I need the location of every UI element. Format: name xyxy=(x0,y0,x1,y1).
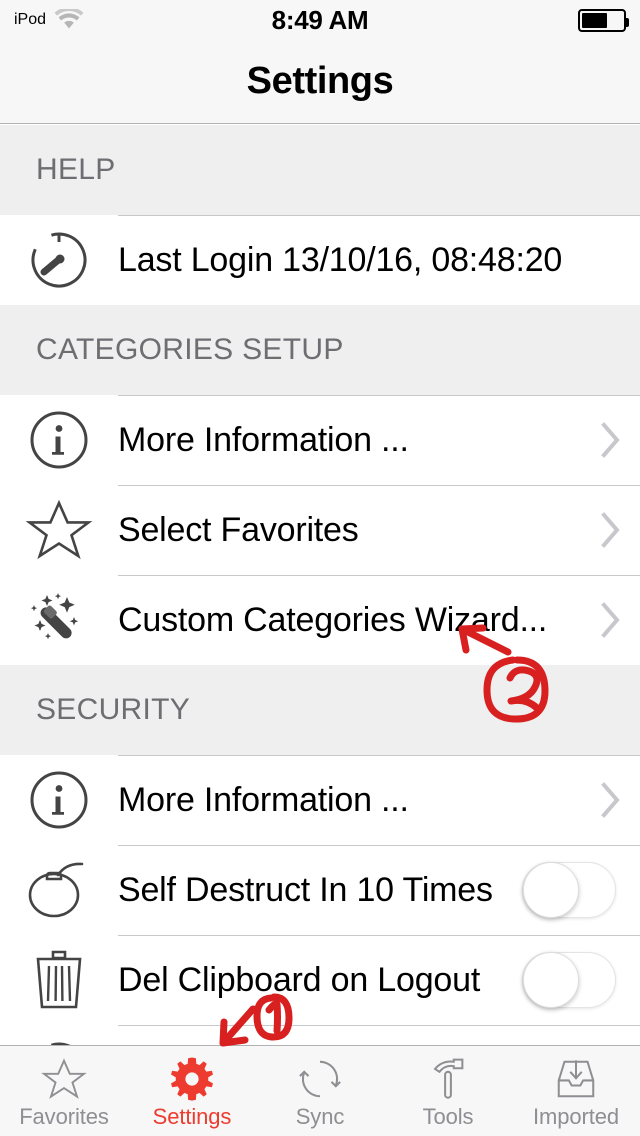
chevron-right-icon xyxy=(582,422,640,458)
clock-partial-icon xyxy=(0,1025,118,1045)
star-outline-icon xyxy=(0,485,118,575)
inbox-download-icon xyxy=(551,1056,601,1102)
trash-icon xyxy=(0,935,118,1025)
tab-tools[interactable]: Tools xyxy=(384,1046,512,1136)
chevron-right-icon xyxy=(582,602,640,638)
tab-label: Favorites xyxy=(19,1104,109,1129)
tab-bar[interactable]: Favorites Settings Sync Tools Imported xyxy=(0,1045,640,1136)
toggle-knob xyxy=(523,862,579,918)
row-label: Last Login 13/10/16, 08:48:20 xyxy=(118,240,563,279)
tab-sync[interactable]: Sync xyxy=(256,1046,384,1136)
sync-arrows-icon xyxy=(296,1056,344,1102)
tab-label: Settings xyxy=(152,1104,232,1129)
section-header-security: SECURITY xyxy=(0,665,640,755)
status-bar: iPod 8:49 AM xyxy=(0,0,640,40)
star-outline-icon xyxy=(41,1056,87,1102)
section-header-categories-setup: CATEGORIES SETUP xyxy=(0,305,640,395)
row-del-clipboard-on-logout[interactable]: Del Clipboard on Logout xyxy=(0,935,640,1025)
row-label: More Information ... xyxy=(118,780,409,819)
chevron-right-icon xyxy=(582,782,640,818)
row-custom-categories-wizard[interactable]: Custom Categories Wizard... xyxy=(0,575,640,665)
row-label: Custom Categories Wizard... xyxy=(118,600,548,639)
tab-imported[interactable]: Imported xyxy=(512,1046,640,1136)
bomb-icon xyxy=(0,845,118,935)
gear-icon xyxy=(168,1056,216,1102)
tab-settings[interactable]: Settings xyxy=(128,1046,256,1136)
navigation-bar: Settings xyxy=(0,40,640,124)
hammer-icon xyxy=(424,1056,472,1102)
section-header-help: HELP xyxy=(0,125,640,215)
row-security-more-information[interactable]: More Information ... xyxy=(0,755,640,845)
settings-list[interactable]: HELP Last Login 13/10/16, 08:48:20 CATEG… xyxy=(0,125,640,1045)
toggle-del-clipboard-on-logout[interactable] xyxy=(522,952,616,1008)
row-partially-visible[interactable] xyxy=(0,1025,640,1045)
row-label: Del Clipboard on Logout xyxy=(118,960,481,999)
tab-label: Tools xyxy=(422,1104,474,1129)
row-label: More Information ... xyxy=(118,420,409,459)
magic-wand-icon xyxy=(0,575,118,665)
battery-icon xyxy=(578,8,629,32)
phone-screen: iPod 8:49 AM Settings HELP Last Login 13… xyxy=(0,0,640,1136)
info-circle-icon xyxy=(0,755,118,845)
toggle-self-destruct[interactable] xyxy=(522,862,616,918)
status-bar-clock: 8:49 AM xyxy=(271,4,369,35)
row-label: Self Destruct In 10 Times xyxy=(118,870,493,909)
tab-label: Sync xyxy=(295,1104,345,1129)
info-circle-icon xyxy=(0,395,118,485)
status-bar-right xyxy=(578,0,629,40)
row-label: Select Favorites xyxy=(118,510,359,549)
page-title: Settings xyxy=(246,60,394,102)
chevron-right-icon xyxy=(582,512,640,548)
row-self-destruct[interactable]: Self Destruct In 10 Times xyxy=(0,845,640,935)
row-categories-more-information[interactable]: More Information ... xyxy=(0,395,640,485)
row-last-login[interactable]: Last Login 13/10/16, 08:48:20 xyxy=(0,215,640,305)
row-select-favorites[interactable]: Select Favorites xyxy=(0,485,640,575)
stopwatch-icon xyxy=(0,215,118,305)
tab-favorites[interactable]: Favorites xyxy=(0,1046,128,1136)
toggle-knob xyxy=(523,952,579,1008)
tab-label: Imported xyxy=(532,1104,620,1129)
